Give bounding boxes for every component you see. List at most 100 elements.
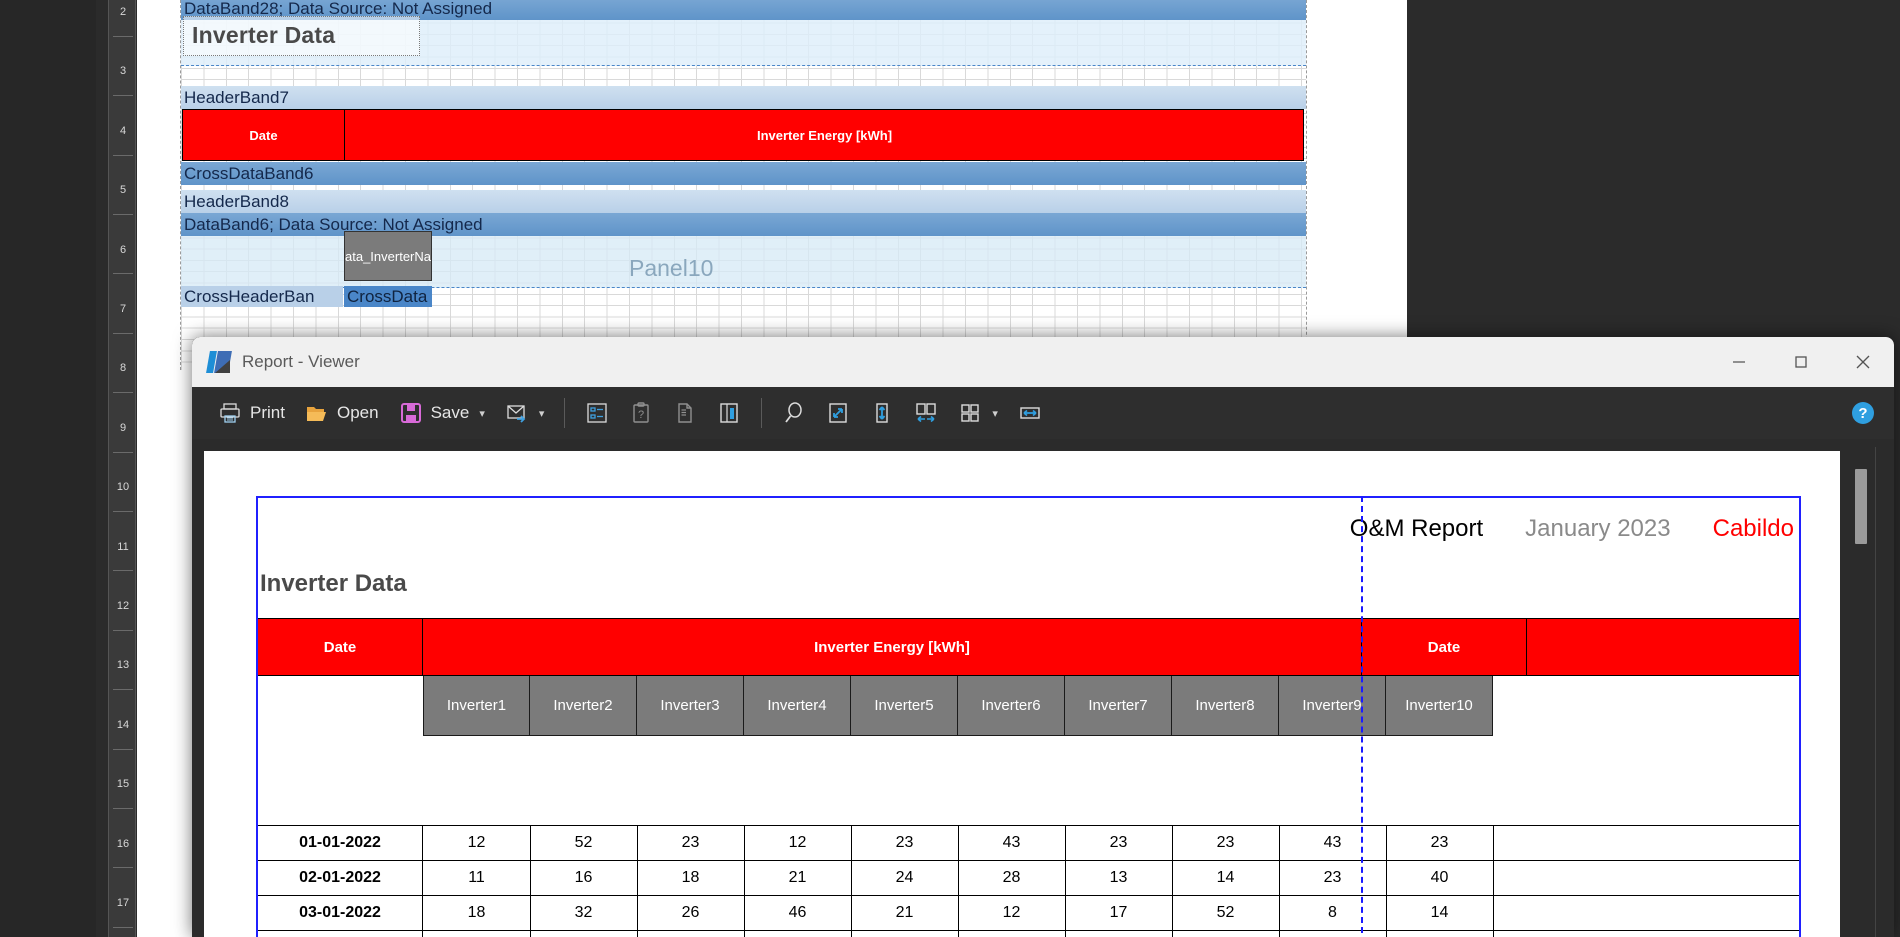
cell-value: 23 [1323, 869, 1342, 886]
page-copy-icon [678, 403, 693, 423]
cell-value: 11 [468, 869, 485, 886]
cell-value: 31 [530, 931, 637, 937]
cell-value: 48 [423, 931, 530, 937]
ruler-minor-tick [113, 510, 133, 512]
viewer-toolbar: Print Open Save ▾ ▾ ? ▾ ? [192, 387, 1894, 439]
minimize-icon [1733, 361, 1745, 363]
window-title: Report - Viewer [242, 352, 360, 371]
maximize-icon [1795, 356, 1807, 368]
cell-divider [1493, 861, 1494, 895]
zoom-page-button[interactable] [816, 393, 860, 433]
cell-value: 17 [1109, 904, 1128, 921]
bookmarks-panel-button[interactable] [575, 393, 619, 433]
send-email-button[interactable]: ▾ [495, 393, 555, 433]
report-page[interactable]: O&M Report January 2023 Cabildo Inverter… [204, 451, 1840, 937]
designer-panel10-label: Panel10 [629, 255, 714, 281]
print-label: Print [250, 403, 285, 422]
band-label-headerband8[interactable]: HeaderBand8 [181, 190, 1306, 213]
band-label-headerband7[interactable]: HeaderBand7 [181, 86, 1306, 109]
close-button[interactable] [1832, 337, 1894, 387]
vertical-scrollbar[interactable] [1854, 451, 1868, 937]
cell-value: 32 [574, 904, 593, 921]
ruler-tick-14: 14 [116, 718, 130, 731]
cell-divider [1493, 826, 1494, 860]
band-label-crossdata[interactable]: CrossData [344, 286, 432, 307]
cell-value: 28 [1002, 869, 1021, 886]
folder-open-icon [306, 407, 326, 421]
maximize-button[interactable] [1770, 337, 1832, 387]
ruler-minor-tick [113, 629, 133, 631]
bookmarks-panel-icon [587, 403, 608, 423]
ruler-minor-tick [113, 689, 133, 691]
ruler-minor-tick [113, 926, 133, 928]
cell-value: 46 [788, 904, 807, 921]
cell-date: 04-01-2022 [258, 931, 422, 937]
cell-value: 23 [895, 834, 914, 851]
app-logo-icon [206, 351, 232, 373]
two-pages-button[interactable] [904, 393, 948, 433]
cell-value: 8 [1328, 904, 1337, 921]
cell-value: 18 [467, 904, 486, 921]
red-divider-3 [1526, 619, 1527, 675]
cell-value: 23 [681, 834, 700, 851]
cell-value: 12 [467, 834, 486, 851]
save-label: Save [430, 403, 470, 422]
designer-page-sheet[interactable]: DataBand28; Data Source: Not Assigned In… [180, 0, 1307, 370]
clipboard-question-icon: ? [633, 402, 650, 423]
cell-value: 18 [681, 869, 700, 886]
band-label-crossheaderband[interactable]: CrossHeaderBan [181, 286, 343, 307]
minimize-button[interactable] [1708, 337, 1770, 387]
svg-text:?: ? [638, 409, 644, 421]
ruler-tick-13: 13 [116, 659, 130, 672]
designer-red-header-bar[interactable]: Date Inverter Energy [kWh] [182, 109, 1304, 161]
email-chevron-down-icon[interactable]: ▾ [539, 407, 545, 420]
ruler-minor-tick [113, 451, 133, 453]
inverter-column-header: Inverter6 [958, 676, 1065, 736]
ruler-minor-tick [113, 392, 133, 394]
ruler-minor-tick [113, 213, 133, 215]
cell-value: 21 [788, 869, 807, 886]
designer-inverter-name-field[interactable]: ata_InverterNa [344, 231, 432, 281]
cell-value: 52 [1216, 904, 1235, 921]
fit-width-icon [1020, 407, 1040, 419]
band-label-crossdataband6[interactable]: CrossDataBand6 [181, 162, 1306, 185]
screen: 2 3 4 5 6 7 8 9 10 11 12 13 14 15 16 17 DataBand28; Dat… [0, 0, 1900, 937]
report-site-name: Cabildo [1712, 515, 1794, 542]
scrollbar-thumb[interactable] [1855, 469, 1867, 544]
thumbnails-button[interactable] [663, 393, 707, 433]
two-pages-icon [916, 403, 937, 423]
save-button[interactable]: Save ▾ [389, 393, 495, 433]
magnifier-icon [785, 402, 803, 423]
parameters-button[interactable]: ? [619, 393, 663, 433]
fit-width-button[interactable] [1008, 393, 1052, 433]
report-section-title: Inverter Data [260, 570, 407, 597]
ruler-minor-tick [113, 273, 133, 275]
multi-pages-button[interactable]: ▾ [948, 393, 1008, 433]
save-chevron-down-icon[interactable]: ▾ [479, 407, 485, 420]
toolbar-separator-1 [564, 398, 566, 428]
cell-value: 43 [1002, 834, 1021, 851]
ruler-tick-3: 3 [119, 65, 127, 78]
designer-inverter-data-title[interactable]: Inverter Data [192, 22, 335, 49]
fit-height-icon [876, 403, 889, 423]
find-button[interactable] [772, 393, 816, 433]
ruler-tick-12: 12 [116, 600, 130, 612]
print-button[interactable]: Print [208, 393, 295, 433]
multipages-chevron-down-icon[interactable]: ▾ [992, 407, 998, 420]
help-button[interactable]: ? [1852, 402, 1874, 424]
open-button[interactable]: Open [295, 393, 389, 433]
viewer-titlebar[interactable]: Report - Viewer [192, 337, 1894, 387]
report-period: January 2023 [1525, 515, 1671, 542]
cell-date: 03-01-2022 [299, 904, 381, 921]
fit-height-button[interactable] [860, 393, 904, 433]
inverter-column-header: Inverter2 [530, 676, 637, 736]
cell-value: 16 [574, 869, 593, 886]
ruler-tick-4: 4 [119, 124, 127, 137]
page-setup-button[interactable] [707, 393, 751, 433]
table-row: 01-01-2022 12 52 23 12 23 43 23 23 43 23 [258, 825, 1799, 861]
ruler-minor-tick [113, 807, 133, 809]
ruler-minor-tick [113, 748, 133, 750]
ruler-tick-5: 5 [119, 184, 127, 197]
ruler-minor-tick [113, 867, 133, 869]
floppy-disk-icon [400, 403, 421, 423]
